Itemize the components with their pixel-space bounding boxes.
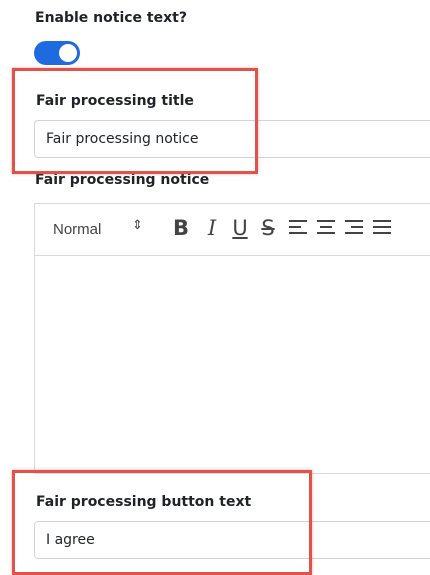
fair-processing-title-input[interactable]: Fair processing notice bbox=[34, 120, 430, 158]
strikethrough-button[interactable]: S bbox=[256, 215, 280, 241]
underline-button[interactable]: U bbox=[228, 215, 252, 241]
italic-button[interactable]: I bbox=[200, 215, 224, 241]
bold-button[interactable]: B bbox=[169, 215, 193, 241]
fair-processing-title-label: Fair processing title bbox=[36, 93, 194, 109]
editor-toolbar: Normal ⇕ B I U S bbox=[34, 203, 430, 256]
align-justify-icon[interactable] bbox=[373, 217, 391, 237]
align-right-icon[interactable] bbox=[345, 217, 363, 237]
align-center-icon[interactable] bbox=[317, 217, 335, 237]
fair-processing-button-text-input[interactable]: I agree bbox=[34, 521, 430, 559]
enable-notice-label: Enable notice text? bbox=[35, 10, 187, 26]
fair-processing-button-text-label: Fair processing button text bbox=[36, 494, 252, 510]
notice-editor-content[interactable] bbox=[34, 255, 430, 474]
format-select-caret-icon[interactable]: ⇕ bbox=[132, 218, 143, 233]
toggle-knob bbox=[59, 44, 77, 62]
align-left-icon[interactable] bbox=[289, 217, 307, 237]
enable-notice-toggle[interactable] bbox=[34, 41, 80, 65]
format-select[interactable]: Normal bbox=[53, 221, 101, 238]
fair-processing-notice-label: Fair processing notice bbox=[35, 172, 210, 188]
